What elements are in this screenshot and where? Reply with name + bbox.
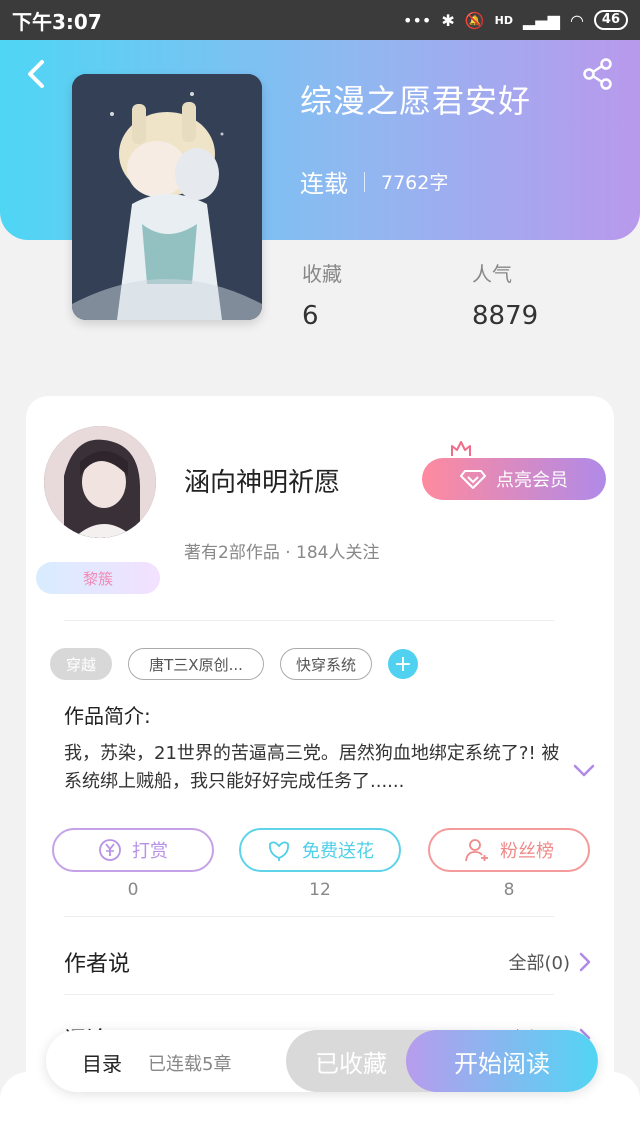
cover-illustration	[72, 74, 262, 320]
stat-label: 人气	[472, 262, 512, 286]
fan-ranking-label: 粉丝榜	[500, 841, 554, 862]
user-rank-icon	[465, 839, 488, 862]
author-says-more[interactable]: 全部(0)	[509, 949, 593, 975]
flower-icon	[269, 841, 289, 861]
divider	[64, 620, 554, 621]
tip-button[interactable]: 打赏	[52, 828, 214, 872]
chapter-count: 已连载5章	[148, 1054, 232, 1075]
signal-icon: ▂▄▆	[523, 10, 560, 30]
collected-label: 已收藏	[315, 1049, 387, 1078]
avatar-image	[44, 426, 156, 538]
stat-label: 收藏	[302, 262, 342, 286]
status-icons: ••• ✱ 🔕 HD ▂▄▆ ◠ 46	[403, 10, 628, 30]
expand-intro-button[interactable]	[572, 758, 596, 782]
vip-button-label: 点亮会员	[496, 470, 568, 491]
author-avatar[interactable]	[44, 426, 156, 538]
fan-count: 8	[503, 880, 515, 900]
divider	[64, 916, 554, 917]
battery-indicator: 46	[593, 10, 628, 30]
bottom-action-bar: 目录 已连载5章 已收藏 开始阅读	[46, 1030, 598, 1092]
word-count: 7762字	[381, 172, 449, 194]
serial-status: 连载	[300, 170, 348, 198]
start-reading-label: 开始阅读	[454, 1049, 550, 1078]
status-time: 下午3:07	[12, 9, 102, 34]
book-cover[interactable]	[72, 74, 262, 320]
author-says-row[interactable]: 作者说 全部(0)	[64, 946, 592, 978]
start-reading-button[interactable]: 开始阅读	[406, 1030, 598, 1092]
stat-favorites: 收藏 6	[302, 258, 342, 331]
chevron-right-icon	[579, 952, 591, 972]
vip-button[interactable]: 点亮会员	[422, 458, 606, 500]
divider	[64, 994, 554, 995]
intro-text: 我，苏染，21世界的苦逼高三党。居然狗血地绑定系统了?! 被系统绑上贼船，我只能…	[64, 743, 560, 792]
toc-button[interactable]: 目录	[82, 1048, 122, 1077]
stat-value: 6	[302, 301, 319, 331]
share-icon	[583, 58, 612, 90]
flower-count: 12	[309, 880, 331, 900]
author-says-more-label: 全部(0)	[508, 953, 571, 974]
book-title: 综漫之愿君安好	[300, 82, 532, 120]
back-button[interactable]	[20, 56, 56, 92]
author-badge: 黎簇	[36, 562, 160, 594]
status-bar: 下午3:07 ••• ✱ 🔕 HD ▂▄▆ ◠ 46	[0, 0, 640, 40]
send-flower-button[interactable]: 免费送花	[239, 828, 401, 872]
fan-ranking-button[interactable]: 粉丝榜	[428, 828, 590, 872]
author-says-title: 作者说	[64, 952, 131, 977]
tag-item[interactable]: 唐T三X原创...	[128, 648, 264, 680]
stat-value: 8879	[472, 301, 539, 331]
stat-popularity: 人气 8879	[472, 258, 538, 331]
send-flower-label: 免费送花	[302, 841, 374, 862]
tag-item[interactable]: 穿越	[50, 648, 112, 680]
tip-count: 0	[127, 880, 139, 900]
intro-title: 作品简介:	[64, 704, 151, 728]
wifi-icon: ◠	[569, 10, 584, 30]
bluetooth-icon: ✱	[441, 10, 455, 30]
add-tag-button[interactable]: +	[388, 649, 418, 679]
author-stats: 著有2部作品 · 184人关注	[184, 543, 380, 563]
share-button[interactable]	[580, 56, 616, 92]
tag-list: 穿越 唐T三X原创... 快穿系统 +	[50, 648, 418, 680]
back-icon	[28, 60, 44, 88]
diamond-icon	[460, 470, 486, 489]
meta-divider	[364, 171, 365, 192]
plus-icon: +	[393, 651, 413, 677]
author-name[interactable]: 涵向神明祈愿	[184, 462, 340, 499]
network-label: HD	[494, 13, 514, 27]
more-dots-icon: •••	[403, 10, 432, 30]
book-meta: 连载 7762字	[300, 164, 448, 199]
yen-coin-icon	[99, 839, 121, 861]
tag-item[interactable]: 快穿系统	[280, 648, 372, 680]
crown-icon	[451, 441, 471, 456]
chevron-down-icon	[573, 764, 595, 777]
mute-icon: 🔕	[464, 10, 485, 30]
tip-label: 打赏	[132, 841, 168, 862]
